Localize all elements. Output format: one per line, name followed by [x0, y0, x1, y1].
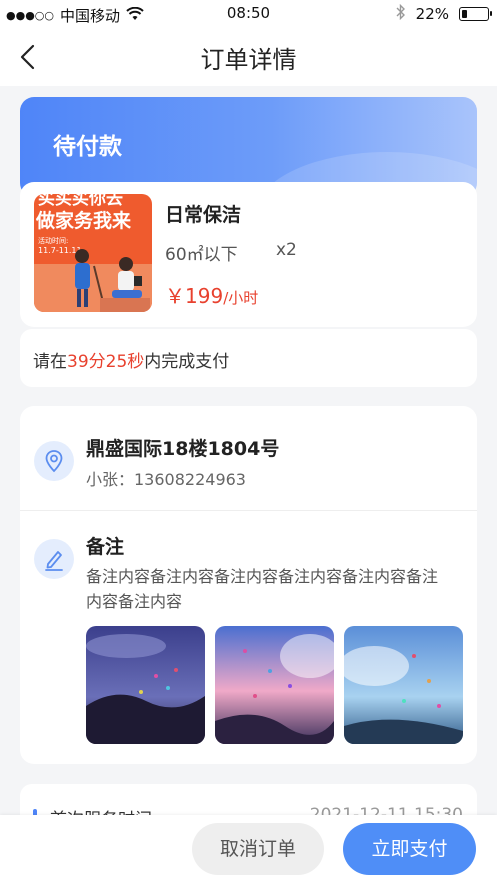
note-photo[interactable] — [86, 626, 205, 744]
order-status-label: 待付款 — [53, 134, 122, 160]
product-spec: 60㎡以下 — [165, 245, 238, 265]
battery-level — [462, 10, 468, 18]
location-icon — [34, 441, 74, 481]
note-photo[interactable] — [215, 626, 334, 744]
product-card[interactable]: 买买买你去 做家务我来 活动时间: 11.7-11.11 日常保洁 60㎡以下 … — [20, 182, 477, 327]
status-bar: ●●●○○ 中国移动 08:50 22% — [0, 0, 497, 28]
price-value: ￥199 — [165, 284, 224, 308]
product-image: 买买买你去 做家务我来 活动时间: 11.7-11.11 — [34, 194, 152, 312]
edit-note-icon — [34, 539, 74, 579]
bottom-action-bar: 取消订单 立即支付 — [0, 815, 497, 883]
countdown-suffix: 内完成支付 — [144, 352, 230, 372]
address-contact: 小张：13608224963 — [86, 470, 246, 489]
note-content: 备注内容备注内容备注内容备注内容备注内容备注内容备注内容 — [86, 567, 439, 611]
product-name: 日常保洁 — [165, 204, 242, 226]
product-image-text-4: 11.7-11.11 — [38, 246, 82, 255]
order-info-card: 鼎盛国际18楼1804号 小张：13608224963 备注 备注内容备注内容备… — [20, 406, 477, 764]
note-photo[interactable] — [344, 626, 463, 744]
product-image-text-1: 买买买你去 — [38, 194, 123, 209]
cancel-order-button[interactable]: 取消订单 — [192, 823, 324, 875]
bluetooth-icon — [396, 3, 406, 24]
countdown-prefix: 请在 — [33, 352, 67, 372]
product-quantity: x2 — [276, 240, 297, 260]
page-title: 订单详情 — [200, 46, 297, 74]
product-image-text-3: 活动时间: — [38, 236, 68, 245]
countdown-text: 请在39分25秒内完成支付 — [33, 347, 229, 372]
battery-percent: 22% — [415, 5, 449, 23]
divider — [20, 510, 477, 511]
product-price: ￥199/小时 — [165, 280, 258, 309]
countdown-time: 39分25秒 — [67, 352, 145, 372]
battery-icon — [459, 7, 492, 21]
product-image-text-2: 做家务我来 — [35, 209, 131, 232]
pay-now-button[interactable]: 立即支付 — [343, 823, 476, 875]
note-title: 备注 — [86, 536, 125, 558]
payment-countdown: 请在39分25秒内完成支付 — [20, 329, 477, 387]
nav-bar: 订单详情 — [0, 28, 497, 86]
address-title: 鼎盛国际18楼1804号 — [86, 438, 280, 460]
price-unit: /小时 — [223, 289, 259, 307]
